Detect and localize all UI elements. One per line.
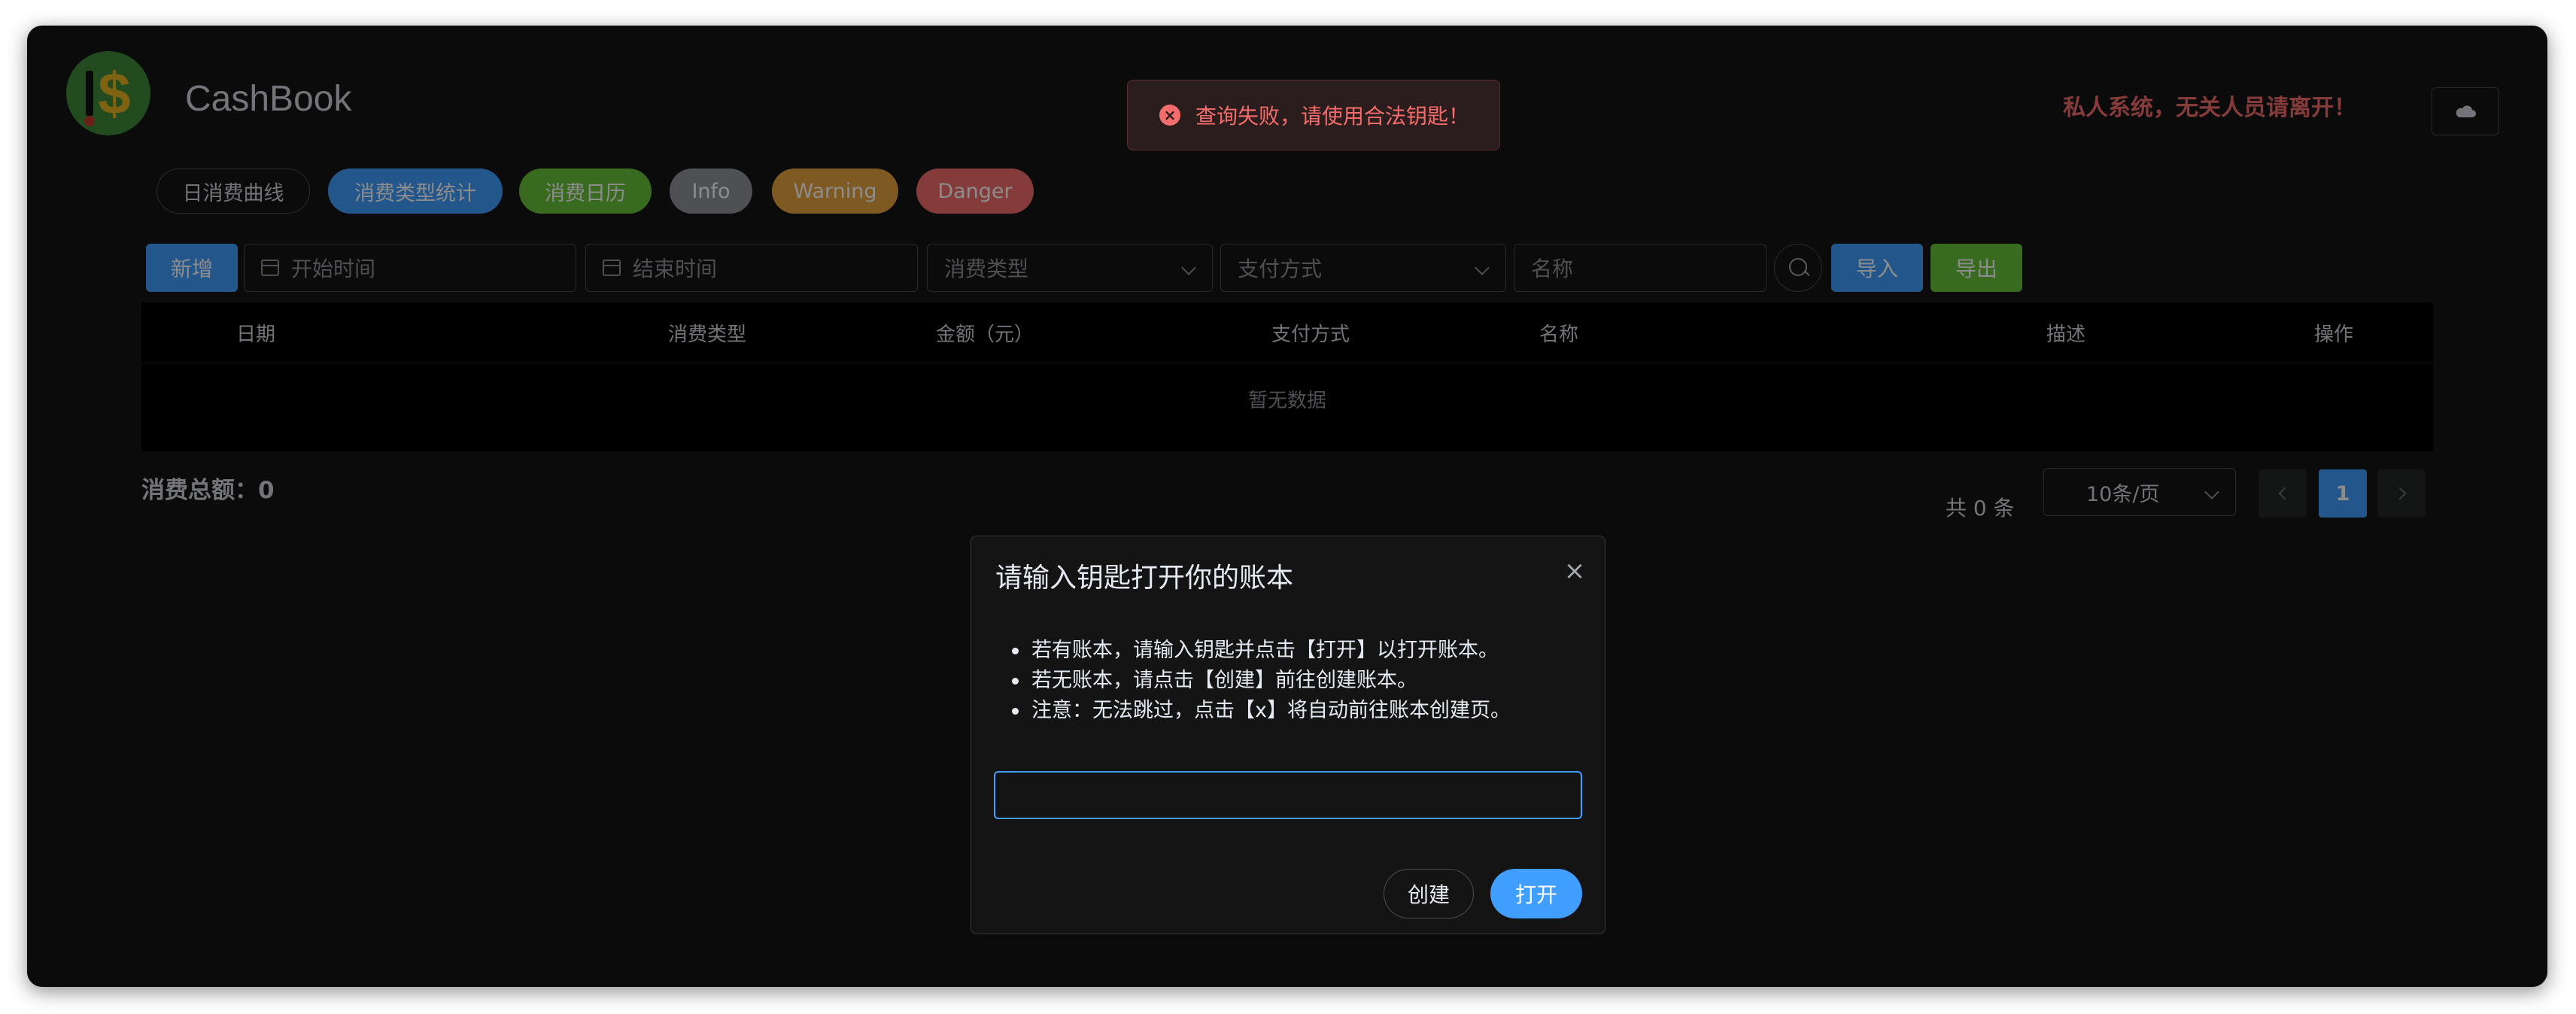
create-button[interactable]: 创建 [1384, 869, 1474, 918]
close-icon[interactable]: × [1561, 557, 1588, 584]
instruction-item: 若有账本，请输入钥匙并点击【打开】以打开账本。 [1012, 636, 1511, 666]
key-input[interactable] [994, 771, 1582, 819]
open-button[interactable]: 打开 [1490, 869, 1582, 918]
dialog-instructions: 若有账本，请输入钥匙并点击【打开】以打开账本。 若无账本，请点击【创建】前往创建… [1012, 636, 1511, 726]
app-window: $ CashBook 私人系统，无关人员请离开！ 日消费曲线 消费类型统计 消费… [27, 26, 2547, 987]
toast-message: 查询失败，请使用合法钥匙！ [1195, 104, 1470, 129]
error-circle-icon: × [1159, 105, 1180, 126]
open-cashbook-dialog: 请输入钥匙打开你的账本 × 若有账本，请输入钥匙并点击【打开】以打开账本。 若无… [971, 536, 1605, 934]
instruction-item: 注意：无法跳过，点击【x】将自动前往账本创建页。 [1012, 696, 1511, 726]
error-toast: × 查询失败，请使用合法钥匙！ [1127, 80, 1500, 150]
dialog-title: 请输入钥匙打开你的账本 [995, 563, 1294, 594]
instruction-item: 若无账本，请点击【创建】前往创建账本。 [1012, 666, 1511, 696]
